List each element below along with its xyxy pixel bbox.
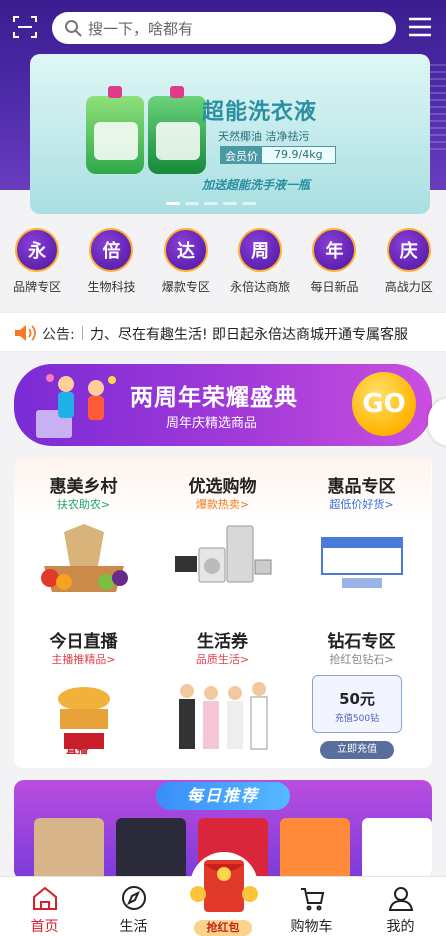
- speaker-icon: [15, 325, 36, 341]
- category-label: 生物科技: [87, 280, 136, 294]
- category-label: 爆款专区: [161, 280, 210, 294]
- notice-text: 力、尽在有趣生活! 即日起永倍达商城开通专属客服: [90, 327, 409, 343]
- notice-label: 公告:: [42, 327, 75, 343]
- category-icon: 永: [15, 228, 60, 272]
- category-icon: 庆: [386, 228, 431, 272]
- cart-icon: [300, 888, 324, 911]
- tab-me[interactable]: 我的: [356, 877, 445, 936]
- product-box-image: [321, 537, 403, 588]
- category-item[interactable]: 周永倍达商旅: [223, 228, 297, 300]
- category-icon: 年: [312, 228, 357, 272]
- category-item[interactable]: 庆高战力区: [372, 228, 446, 300]
- category-icon: 倍: [89, 228, 134, 272]
- feature-grid: 惠美乡村 扶农助农> 优选购物 爆款热卖> 惠品专区 超低价好货> 今日直播 主…: [14, 458, 432, 768]
- daily-title: 每日推荐: [156, 782, 290, 810]
- section-title: 优选购物: [188, 477, 257, 497]
- section-rural[interactable]: 惠美乡村 扶农助农>: [14, 458, 153, 613]
- user-icon: [388, 887, 413, 911]
- price-label: 会员价: [221, 147, 262, 163]
- app-home: 搜一下，啥都有 超能洗衣液 天然椰油 洁净祛污 会员价 79.9/4kg 加送超…: [0, 0, 446, 936]
- recharge-button[interactable]: 立即充值: [320, 741, 394, 759]
- category-icon: 周: [238, 228, 283, 272]
- tab-red-packet[interactable]: 抢红包: [184, 850, 264, 936]
- appliances-image: [175, 525, 272, 583]
- banner-price: 会员价 79.9/4kg: [220, 146, 336, 164]
- anniversary-promo-banner[interactable]: 两周年荣耀盛典 周年庆精选商品 GO: [14, 364, 432, 446]
- category-row: 永品牌专区 倍生物科技 达爆款专区 周永倍达商旅 年每日新品 庆高战力区: [0, 228, 446, 300]
- live-badge: 直播: [66, 743, 88, 756]
- section-subtitle: 主播推精品>: [51, 653, 116, 666]
- product-card[interactable]: [362, 818, 432, 880]
- banner-title: 超能洗衣液: [202, 100, 318, 125]
- category-icon: 达: [163, 228, 208, 272]
- celebration-figures-image: [36, 374, 116, 438]
- section-discount[interactable]: 惠品专区 超低价好货>: [292, 458, 431, 613]
- section-title: 钻石专区: [327, 632, 396, 652]
- tab-life[interactable]: 生活: [89, 877, 178, 936]
- section-title: 生活券: [197, 632, 248, 652]
- section-subtitle: 品质生活>: [195, 653, 250, 666]
- banner-slogan: 加送超能洗手液一瓶: [202, 178, 311, 192]
- tab-label: 生活: [119, 919, 148, 935]
- category-item[interactable]: 达爆款专区: [149, 228, 223, 300]
- tab-cart[interactable]: 购物车: [267, 877, 356, 936]
- go-button[interactable]: GO: [352, 372, 416, 436]
- main-banner[interactable]: 超能洗衣液 天然椰油 洁净祛污 会员价 79.9/4kg 加送超能洗手液一瓶: [30, 54, 430, 214]
- promo-subtitle: 周年庆精选商品: [166, 416, 258, 431]
- section-title: 惠美乡村: [49, 477, 118, 497]
- category-item[interactable]: 年每日新品: [297, 228, 371, 300]
- section-subtitle: 爆款热卖>: [195, 498, 250, 511]
- recharge-value: 50元: [339, 690, 375, 708]
- recharge-card[interactable]: 50元 充值500钻: [312, 675, 402, 733]
- promo-title: 两周年荣耀盛典: [130, 385, 298, 411]
- category-label: 品牌专区: [13, 280, 62, 294]
- tab-label: 我的: [386, 919, 415, 935]
- service-staff-image: [179, 682, 268, 750]
- search-input[interactable]: 搜一下，啥都有: [52, 12, 396, 44]
- section-subtitle: 抢红包钻石>: [329, 653, 394, 666]
- category-label: 高战力区: [384, 280, 433, 294]
- product-card[interactable]: [34, 818, 104, 880]
- tab-label: 购物车: [290, 919, 333, 935]
- red-packet-icon: [190, 852, 258, 920]
- search-placeholder: 搜一下，啥都有: [88, 20, 194, 38]
- tab-home[interactable]: 首页: [0, 877, 89, 936]
- product-card[interactable]: [280, 818, 350, 880]
- home-icon: [32, 886, 57, 910]
- section-diamond[interactable]: 钻石专区 抢红包钻石> 50元 充值500钻 立即充值: [292, 613, 431, 768]
- fruit-basket-image: [41, 524, 128, 592]
- section-coupon[interactable]: 生活券 品质生活>: [153, 613, 292, 768]
- section-title: 惠品专区: [327, 477, 396, 497]
- category-item[interactable]: 倍生物科技: [74, 228, 148, 300]
- section-subtitle: 扶农助农>: [56, 498, 111, 511]
- product-bottle-image: [148, 86, 206, 174]
- carousel-dots: [166, 202, 256, 205]
- tab-label: 首页: [30, 919, 59, 935]
- recharge-desc: 充值500钻: [334, 714, 380, 724]
- category-label: 每日新品: [310, 280, 359, 294]
- search-icon: [65, 20, 82, 37]
- scan-icon[interactable]: [12, 14, 38, 40]
- menu-icon[interactable]: [408, 16, 432, 38]
- tab-label: 抢红包: [194, 920, 252, 936]
- section-title: 今日直播: [49, 632, 118, 652]
- section-subtitle: 超低价好货>: [329, 498, 394, 511]
- top-bar: 搜一下，啥都有: [0, 0, 446, 56]
- compass-icon: [121, 886, 146, 910]
- product-card[interactable]: [116, 818, 186, 880]
- section-live[interactable]: 今日直播 主播推精品> 直播: [14, 613, 153, 768]
- category-label: 永倍达商旅: [230, 280, 291, 294]
- banner-subtitle: 天然椰油 洁净祛污: [218, 130, 310, 143]
- notice-bar[interactable]: 公告: 力、尽在有趣生活! 即日起永倍达商城开通专属客服: [0, 312, 446, 352]
- section-shopping[interactable]: 优选购物 爆款热卖>: [153, 458, 292, 613]
- price-value: 79.9/4kg: [262, 147, 335, 163]
- category-item[interactable]: 永品牌专区: [0, 228, 74, 300]
- product-bottle-image: [86, 86, 144, 174]
